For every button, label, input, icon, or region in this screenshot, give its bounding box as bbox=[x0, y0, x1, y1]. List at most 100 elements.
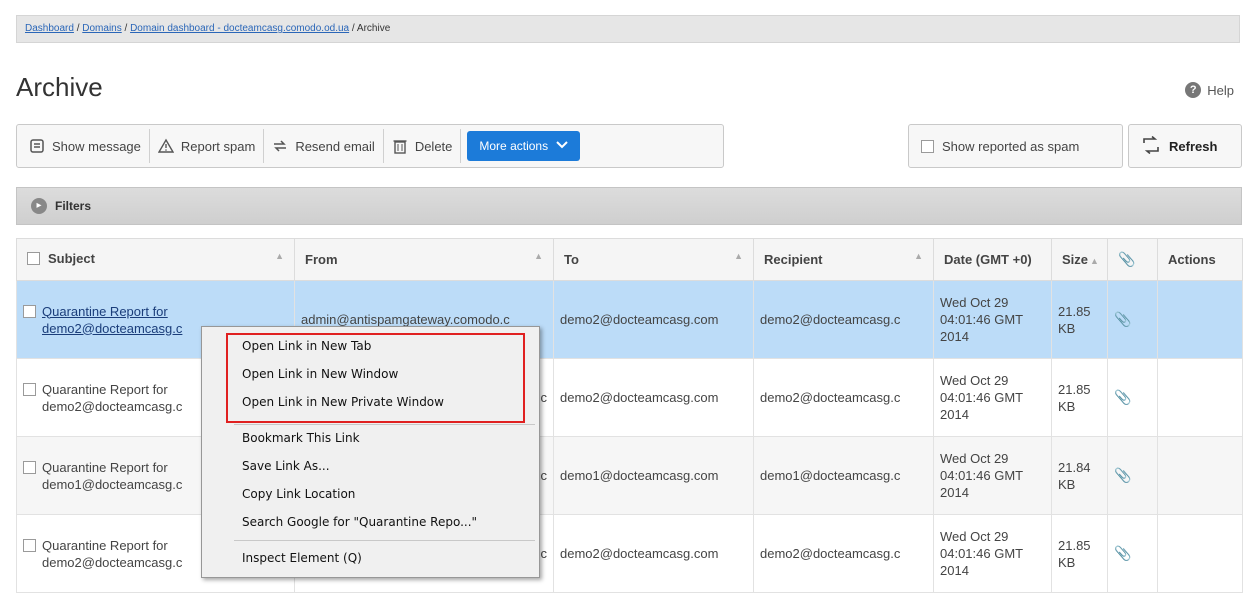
recipient-cell: demo2@docteamcasg.c bbox=[753, 358, 934, 437]
paperclip-icon: 📎 bbox=[1114, 545, 1132, 561]
size-cell: 21.85 KB bbox=[1051, 514, 1108, 593]
menu-item-inspect-element[interactable]: Inspect Element (Q) bbox=[242, 547, 362, 569]
subject-line: Quarantine Report for bbox=[42, 459, 168, 475]
delete-label: Delete bbox=[414, 138, 453, 154]
table-header-row: Subject ▲ From ▲ To ▲ Recipient ▲ Date (GMT … bbox=[16, 238, 1243, 281]
column-header-to[interactable]: To ▲ bbox=[553, 238, 754, 281]
header-from-label: From bbox=[305, 252, 338, 267]
actions-cell bbox=[1157, 514, 1243, 593]
filters-toggle[interactable]: ▸ Filters bbox=[16, 187, 1242, 225]
breadcrumb-domains[interactable]: Domains bbox=[82, 23, 121, 34]
show-message-label: Show message bbox=[52, 138, 141, 154]
sort-icon: ▲ bbox=[734, 251, 743, 261]
menu-item-open-new-window[interactable]: Open Link in New Window bbox=[242, 363, 398, 385]
breadcrumb: Dashboard / Domains / Domain dashboard -… bbox=[16, 15, 1240, 43]
header-subject-label: Subject bbox=[48, 251, 95, 266]
menu-separator bbox=[234, 540, 535, 541]
header-to-label: To bbox=[564, 252, 579, 267]
menu-item-save-link-as[interactable]: Save Link As... bbox=[242, 455, 330, 477]
subject-text[interactable]: Quarantine Report for demo2@docteamcasg.c bbox=[42, 537, 182, 571]
column-header-size[interactable]: Size ▲ bbox=[1051, 238, 1108, 281]
actions-cell bbox=[1157, 436, 1243, 515]
to-cell: demo2@docteamcasg.com bbox=[553, 358, 754, 437]
breadcrumb-current: Archive bbox=[356, 23, 391, 34]
warning-icon bbox=[157, 138, 174, 154]
refresh-button[interactable]: Refresh bbox=[1128, 124, 1242, 168]
report-spam-label: Report spam bbox=[180, 138, 256, 154]
subject-line: demo2@docteamcasg.c bbox=[42, 398, 183, 414]
subject-line: demo2@docteamcasg.c bbox=[42, 554, 183, 570]
column-header-attachment[interactable]: 📎 bbox=[1107, 238, 1158, 281]
column-header-subject[interactable]: Subject ▲ bbox=[16, 238, 295, 281]
paperclip-icon: 📎 bbox=[1114, 389, 1132, 405]
row-checkbox[interactable] bbox=[23, 460, 36, 474]
row-checkbox[interactable] bbox=[23, 304, 36, 318]
attachment-cell[interactable]: 📎 bbox=[1107, 436, 1158, 515]
menu-item-search-google[interactable]: Search Google for "Quarantine Repo..." bbox=[242, 511, 477, 533]
resend-email-label: Resend email bbox=[295, 138, 375, 154]
row-checkbox[interactable] bbox=[23, 382, 36, 396]
subject-text[interactable]: Quarantine Report for demo2@docteamcasg.c bbox=[42, 381, 182, 415]
attachment-cell[interactable]: 📎 bbox=[1107, 514, 1158, 593]
menu-item-open-new-tab[interactable]: Open Link in New Tab bbox=[242, 335, 371, 357]
paperclip-icon: 📎 bbox=[1118, 251, 1136, 267]
size-cell: 21.85 KB bbox=[1051, 358, 1108, 437]
date-cell: Wed Oct 29 04:01:46 GMT 2014 bbox=[933, 280, 1052, 359]
show-reported-spam-label: Show reported as spam bbox=[942, 138, 1080, 154]
show-reported-spam-checkbox[interactable] bbox=[921, 139, 934, 153]
recipient-cell: demo1@docteamcasg.c bbox=[753, 436, 934, 515]
chevron-right-icon: ▸ bbox=[31, 198, 47, 214]
menu-item-open-private-window[interactable]: Open Link in New Private Window bbox=[242, 391, 444, 413]
refresh-icon bbox=[1141, 135, 1161, 157]
to-cell: demo1@docteamcasg.com bbox=[553, 436, 754, 515]
column-header-date[interactable]: Date (GMT +0) bbox=[933, 238, 1052, 281]
show-reported-spam-toggle[interactable]: Show reported as spam bbox=[908, 124, 1123, 168]
date-cell: Wed Oct 29 04:01:46 GMT 2014 bbox=[933, 358, 1052, 437]
to-cell: demo2@docteamcasg.com bbox=[553, 280, 754, 359]
help-link[interactable]: ? Help bbox=[1185, 82, 1234, 98]
recipient-cell: demo2@docteamcasg.c bbox=[753, 514, 934, 593]
column-header-recipient[interactable]: Recipient ▲ bbox=[753, 238, 934, 281]
header-size-label: Size bbox=[1062, 252, 1089, 267]
help-label: Help bbox=[1207, 82, 1234, 98]
column-header-actions: Actions bbox=[1157, 238, 1243, 281]
menu-item-copy-link-location[interactable]: Copy Link Location bbox=[242, 483, 355, 505]
sort-icon: ▲ bbox=[275, 251, 284, 261]
breadcrumb-separator: / bbox=[349, 23, 357, 34]
subject-text[interactable]: Quarantine Report for demo1@docteamcasg.c bbox=[42, 459, 182, 493]
report-spam-button[interactable]: Report spam bbox=[150, 129, 265, 163]
subject-line: Quarantine Report for bbox=[42, 381, 168, 397]
breadcrumb-separator: / bbox=[73, 23, 83, 34]
subject-link[interactable]: Quarantine Report for demo2@docteamcasg.c bbox=[42, 303, 182, 337]
message-icon bbox=[29, 138, 45, 154]
recipient-cell: demo2@docteamcasg.c bbox=[753, 280, 934, 359]
attachment-cell[interactable]: 📎 bbox=[1107, 280, 1158, 359]
paperclip-icon: 📎 bbox=[1114, 311, 1132, 327]
subject-line: Quarantine Report for bbox=[42, 537, 168, 553]
actions-cell bbox=[1157, 358, 1243, 437]
menu-item-bookmark-link[interactable]: Bookmark This Link bbox=[242, 427, 360, 449]
select-all-checkbox[interactable] bbox=[27, 252, 40, 265]
date-cell: Wed Oct 29 04:01:46 GMT 2014 bbox=[933, 514, 1052, 593]
breadcrumb-dashboard[interactable]: Dashboard bbox=[25, 23, 74, 34]
to-cell: demo2@docteamcasg.com bbox=[553, 514, 754, 593]
more-actions-dropdown[interactable]: More actions bbox=[467, 131, 581, 161]
actions-cell bbox=[1157, 280, 1243, 359]
attachment-cell[interactable]: 📎 bbox=[1107, 358, 1158, 437]
trash-icon bbox=[392, 138, 408, 154]
breadcrumb-domain-dashboard[interactable]: Domain dashboard - docteamcasg.comodo.od… bbox=[130, 23, 349, 34]
column-header-from[interactable]: From ▲ bbox=[294, 238, 554, 281]
page-title: Archive bbox=[16, 72, 103, 102]
date-cell: Wed Oct 29 04:01:46 GMT 2014 bbox=[933, 436, 1052, 515]
resend-icon bbox=[272, 138, 288, 154]
delete-button[interactable]: Delete bbox=[384, 129, 462, 163]
resend-email-button[interactable]: Resend email bbox=[264, 129, 384, 163]
chevron-down-icon bbox=[556, 139, 568, 153]
row-checkbox[interactable] bbox=[23, 538, 36, 552]
refresh-label: Refresh bbox=[1169, 138, 1218, 154]
sort-icon: ▲ bbox=[1090, 256, 1099, 266]
subject-line: demo1@docteamcasg.c bbox=[42, 476, 183, 492]
paperclip-icon: 📎 bbox=[1114, 467, 1132, 483]
show-message-button[interactable]: Show message bbox=[21, 129, 150, 163]
subject-line: Quarantine Report for bbox=[42, 303, 168, 319]
